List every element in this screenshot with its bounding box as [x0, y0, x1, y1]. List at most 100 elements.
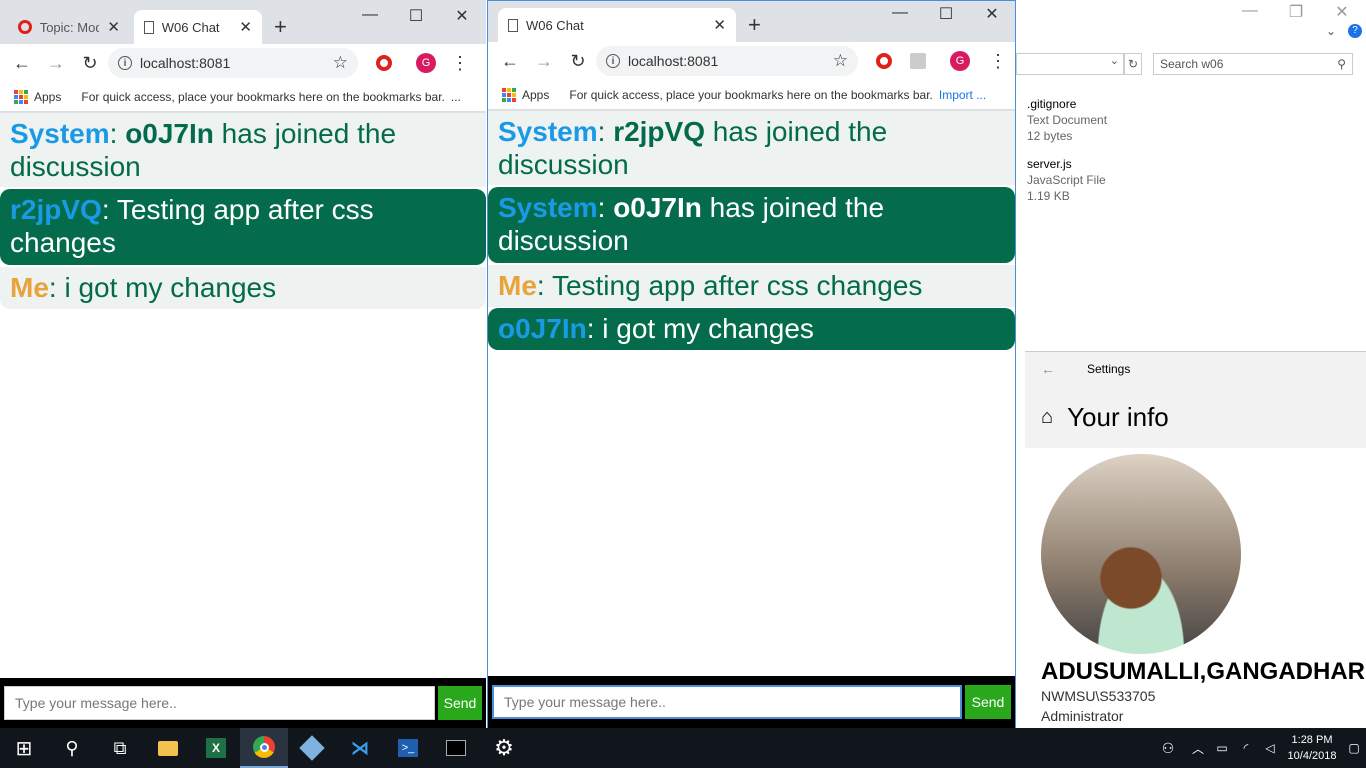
tab-label: Topic: Modu [39, 19, 100, 35]
menu-icon[interactable]: ⋮ [982, 45, 1014, 77]
message-input[interactable]: Type your message here.. [4, 686, 435, 720]
back-arrow-icon[interactable]: ← [1025, 361, 1071, 377]
profile-avatar[interactable]: G [416, 53, 436, 73]
file-type: Text Document [1027, 113, 1108, 127]
bookmarks-bar: Apps For quick access, place your bookma… [0, 82, 486, 112]
minimize-button[interactable]: — [350, 6, 390, 24]
close-tab-icon[interactable]: ✕ [107, 18, 120, 36]
maximize-button[interactable]: ☐ [396, 6, 436, 26]
url-text: localhost:8081 [628, 53, 719, 69]
file-item[interactable]: .gitignore Text Document 12 bytes [1027, 96, 1107, 144]
minimize-button[interactable]: — [880, 4, 920, 22]
notifications-icon[interactable]: ▢ [1342, 728, 1366, 768]
message-user: System [10, 118, 110, 149]
close-tab-icon[interactable]: ✕ [239, 18, 252, 36]
chat-message: o0J7In: i got my changes [488, 308, 1015, 350]
bookmarks-hint: For quick access, place your bookmarks h… [569, 87, 933, 102]
powershell-icon[interactable]: >_ [384, 728, 432, 768]
battery-icon[interactable]: ▭ [1210, 728, 1234, 768]
info-icon[interactable]: i [606, 54, 620, 68]
reload-icon[interactable]: ↻ [74, 47, 106, 79]
file-size: 12 bytes [1027, 129, 1073, 143]
forward-icon[interactable]: → [40, 47, 72, 79]
wifi-icon[interactable]: ◜ [1234, 728, 1258, 768]
settings-gear-icon[interactable]: ⚙ [480, 728, 528, 768]
close-window-button[interactable]: ✕ [1322, 2, 1362, 22]
apps-icon[interactable] [502, 87, 516, 102]
apps-icon[interactable] [14, 89, 28, 104]
tab-label: W06 Chat [525, 17, 584, 33]
page-icon [508, 18, 518, 32]
tab-topic[interactable]: Topic: Modu ✕ [8, 10, 130, 44]
message-user: Me [498, 270, 537, 301]
close-window-button[interactable]: ✕ [972, 4, 1012, 24]
apps-label[interactable]: Apps [522, 88, 549, 102]
star-icon[interactable]: ☆ [833, 51, 848, 71]
command-prompt-icon[interactable] [432, 728, 480, 768]
message-user: System [498, 192, 598, 223]
back-icon[interactable]: ← [494, 45, 526, 77]
file-item[interactable]: server.js JavaScript File 1.19 KB [1027, 156, 1106, 204]
minimize-button[interactable]: — [1230, 2, 1270, 20]
close-tab-icon[interactable]: ✕ [713, 16, 726, 34]
maximize-button[interactable]: ☐ [926, 4, 966, 24]
excel-icon[interactable]: X [192, 728, 240, 768]
refresh-icon[interactable]: ↻ [1124, 53, 1142, 75]
forward-icon[interactable]: → [528, 45, 560, 77]
star-icon[interactable]: ☆ [333, 53, 348, 73]
send-button[interactable]: Send [965, 685, 1011, 719]
user-role: Administrator [1041, 708, 1124, 724]
task-view-icon[interactable]: ⧉ [96, 728, 144, 768]
search-icon[interactable]: ⚲ [48, 728, 96, 768]
import-link[interactable]: Import ... [939, 88, 986, 102]
opera-extension-icon[interactable] [876, 53, 892, 69]
vscode-icon[interactable]: ⋊ [336, 728, 384, 768]
user-name: ADUSUMALLI,GANGADHAR [1041, 658, 1365, 685]
bookmarks-bar: Apps For quick access, place your bookma… [488, 80, 1015, 110]
opera-tab-icon [18, 20, 32, 34]
message-bold: r2jpVQ [613, 116, 705, 147]
apps-label[interactable]: Apps [34, 90, 61, 104]
tab-w06-chat[interactable]: W06 Chat ✕ [134, 10, 262, 44]
left-chat-page: System: o0J7In has joined the discussion… [0, 113, 486, 678]
message-text: : i got my changes [586, 313, 814, 344]
maximize-button[interactable]: ❐ [1276, 2, 1316, 22]
user-account: NWMSU\S533705 [1041, 688, 1156, 704]
chevron-down-icon[interactable]: ⌄ [1326, 24, 1336, 38]
virtualbox-icon[interactable] [288, 728, 336, 768]
profile-avatar[interactable]: G [950, 51, 970, 71]
send-button[interactable]: Send [438, 686, 482, 720]
info-icon[interactable]: i [118, 56, 132, 70]
close-window-button[interactable]: ✕ [442, 6, 482, 26]
address-bar[interactable]: i localhost:8081 ☆ [108, 48, 358, 78]
chevron-up-icon[interactable]: ︿ [1186, 728, 1210, 768]
menu-icon[interactable]: ⋮ [444, 47, 476, 79]
right-chat-page: System: r2jpVQ has joined the discussion… [488, 111, 1015, 676]
windows-start-icon[interactable]: ⊞ [0, 728, 48, 768]
avatar [1041, 454, 1241, 654]
page-header: ⌂ Your info [1025, 386, 1366, 448]
address-dropdown[interactable]: ⌄ [1016, 53, 1124, 75]
new-tab-button[interactable]: + [274, 14, 287, 40]
search-input[interactable]: Search w06 ⚲ [1153, 53, 1353, 75]
help-icon[interactable]: ? [1348, 24, 1362, 38]
address-bar[interactable]: i localhost:8081 ☆ [596, 46, 858, 76]
volume-icon[interactable]: ◁ [1258, 728, 1282, 768]
new-tab-button[interactable]: + [748, 12, 761, 38]
chrome-icon[interactable] [240, 728, 288, 768]
message-user: o0J7In [498, 313, 587, 344]
reload-icon[interactable]: ↻ [562, 45, 594, 77]
tab-w06-chat[interactable]: W06 Chat ✕ [498, 8, 736, 42]
home-icon[interactable]: ⌂ [1041, 406, 1053, 429]
opera-extension-icon[interactable] [376, 55, 392, 71]
chat-message: System: r2jpVQ has joined the discussion [488, 111, 1015, 185]
back-icon[interactable]: ← [6, 47, 38, 79]
people-icon[interactable]: ⚇ [1150, 728, 1186, 768]
pdf-extension-icon[interactable] [910, 53, 926, 69]
file-explorer-icon[interactable] [144, 728, 192, 768]
message-bold: o0J7In [613, 192, 702, 223]
tab-label: W06 Chat [161, 19, 220, 35]
message-input[interactable]: Type your message here.. [492, 685, 962, 719]
message-user: Me [10, 272, 49, 303]
clock[interactable]: 1:28 PM 10/4/2018 [1282, 732, 1342, 764]
